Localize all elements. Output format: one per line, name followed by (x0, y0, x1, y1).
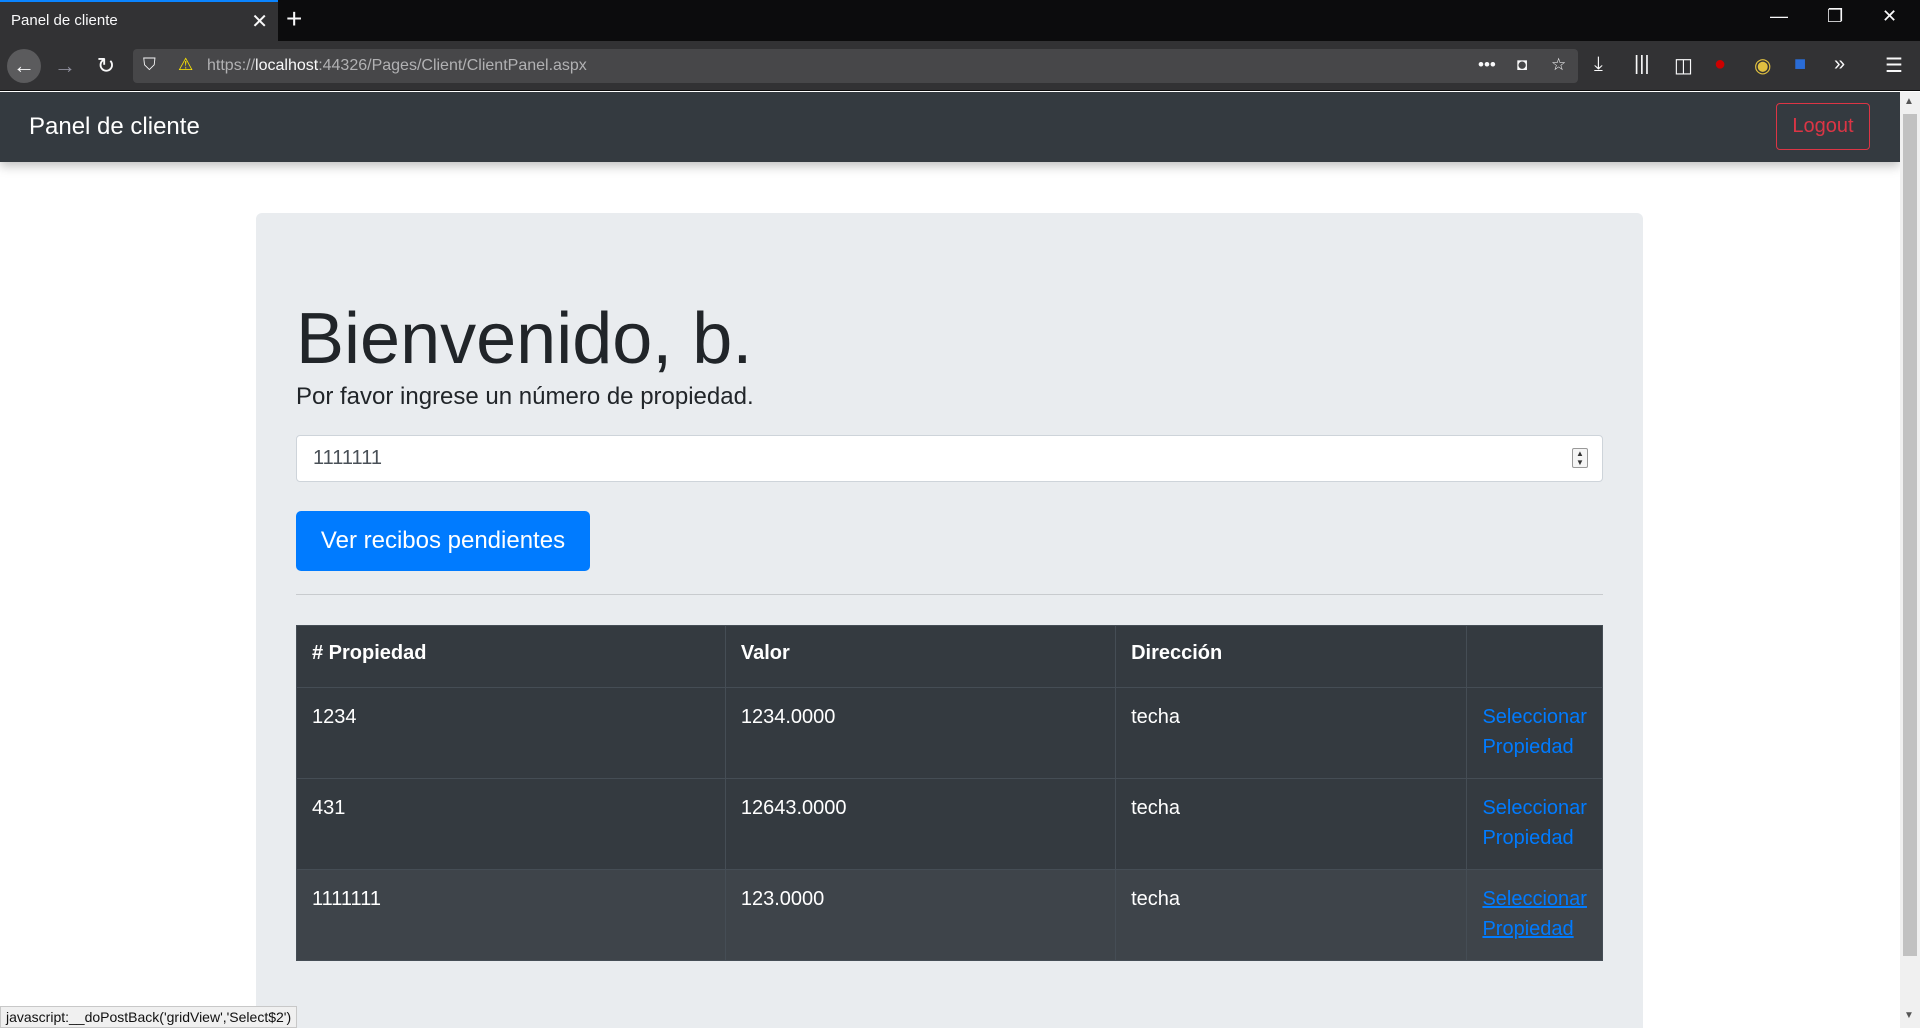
cell-action: Seleccionar Propiedad (1466, 687, 1603, 779)
cell-direccion: techa (1115, 687, 1468, 779)
cell-valor: 12643.0000 (724, 778, 1117, 870)
extension-icon[interactable]: ● (1714, 53, 1726, 76)
extension-icon[interactable]: ■ (1794, 53, 1806, 76)
header-direccion: Dirección (1115, 625, 1468, 688)
url-path: :44326/Pages/Client/ClientPanel.aspx (318, 57, 587, 74)
minimize-icon[interactable]: — (1770, 6, 1788, 27)
browser-tab[interactable]: Panel de cliente ✕ (0, 0, 278, 41)
cell-direccion: techa (1115, 869, 1468, 961)
url-host: localhost (255, 57, 319, 74)
cell-direccion: techa (1115, 778, 1468, 870)
cell-action: Seleccionar Propiedad (1466, 869, 1603, 961)
scroll-down-icon[interactable]: ▼ (1904, 1010, 1914, 1021)
lead-text: Por favor ingrese un número de propiedad… (296, 383, 754, 410)
view-receipts-button[interactable]: Ver recibos pendientes (296, 511, 590, 571)
reload-icon[interactable]: ↻ (89, 49, 123, 83)
property-number-input[interactable]: 1111111 ▲ ▼ (296, 435, 1603, 482)
browser-toolbar: ← → ↻ ⛉ ⚠ https://localhost:44326/Pages/… (0, 41, 1920, 91)
page-title: Bienvenido, b. (296, 299, 753, 379)
number-spinner[interactable]: ▲ ▼ (1572, 448, 1588, 468)
cell-propiedad: 431 (296, 778, 726, 870)
select-property-link[interactable]: Seleccionar Propiedad (1482, 793, 1587, 853)
select-property-link[interactable]: Seleccionar Propiedad (1482, 702, 1587, 762)
logout-button[interactable]: Logout (1776, 103, 1870, 150)
cell-action: Seleccionar Propiedad (1466, 778, 1603, 870)
back-icon[interactable]: ← (7, 49, 41, 83)
sidebar-icon[interactable]: ◫ (1674, 53, 1693, 78)
link-line2: Propiedad (1482, 736, 1574, 758)
table-header-row: # Propiedad Valor Dirección (296, 625, 1603, 688)
header-actions (1466, 625, 1603, 688)
url-bar[interactable]: ⛉ ⚠ https://localhost:44326/Pages/Client… (133, 49, 1578, 83)
jumbotron: Bienvenido, b. Por favor ingrese un núme… (256, 213, 1643, 1028)
status-bar: javascript:__doPostBack('gridView','Sele… (0, 1006, 298, 1028)
page-viewport: Panel de cliente Logout Bienvenido, b. P… (0, 92, 1900, 1028)
tab-title: Panel de cliente (11, 12, 118, 29)
cell-valor: 123.0000 (724, 869, 1117, 961)
link-line2: Propiedad (1482, 827, 1574, 849)
lock-warning-icon[interactable]: ⚠ (178, 55, 193, 75)
url-prefix: https:// (207, 57, 256, 74)
more-icon[interactable]: ••• (1478, 55, 1496, 75)
pocket-icon[interactable]: ◘ (1517, 55, 1527, 75)
plus-icon[interactable]: + (286, 3, 302, 35)
close-icon[interactable]: ✕ (251, 9, 268, 34)
link-line2: Propiedad (1482, 918, 1574, 940)
menu-icon[interactable]: ☰ (1885, 53, 1903, 78)
shield-icon[interactable]: ⛉ (143, 55, 156, 75)
download-icon[interactable]: ⤓ (1594, 53, 1603, 76)
select-property-link[interactable]: Seleccionar Propiedad (1482, 884, 1587, 944)
header-propiedad: # Propiedad (296, 625, 726, 688)
cell-propiedad: 1111111 (296, 869, 726, 961)
restore-icon[interactable]: ❐ (1827, 6, 1843, 27)
link-line1: Seleccionar (1482, 797, 1587, 819)
app-navbar: Panel de cliente Logout (0, 92, 1900, 162)
forward-icon[interactable]: → (48, 49, 82, 83)
extension-icon[interactable]: ◉ (1754, 53, 1771, 78)
property-number-value: 1111111 (313, 447, 382, 469)
link-line1: Seleccionar (1482, 706, 1587, 728)
scrollbar[interactable]: ▲ ▼ (1900, 92, 1920, 1028)
overflow-icon[interactable]: » (1834, 53, 1845, 76)
browser-tabbar: Panel de cliente ✕ + — ❐ ✕ (0, 0, 1920, 41)
scroll-up-icon[interactable]: ▲ (1904, 96, 1914, 107)
library-icon[interactable]: ||| (1634, 53, 1650, 76)
scroll-thumb[interactable] (1903, 114, 1917, 956)
cell-valor: 1234.0000 (724, 687, 1117, 779)
header-valor: Valor (724, 625, 1117, 688)
star-icon[interactable]: ☆ (1551, 55, 1566, 75)
table-row: 1234 1234.0000 techa Seleccionar Propieda… (296, 687, 1603, 779)
cell-propiedad: 1234 (296, 687, 726, 779)
table-row: 431 12643.0000 techa Seleccionar Propieda… (296, 778, 1603, 870)
properties-table: # Propiedad Valor Dirección 1234 1234.00… (296, 625, 1603, 961)
window-close-icon[interactable]: ✕ (1882, 6, 1897, 27)
link-line1: Seleccionar (1482, 888, 1587, 910)
table-row: 1111111 123.0000 techa Seleccionar Propie… (296, 869, 1603, 961)
brand[interactable]: Panel de cliente (29, 113, 200, 141)
divider (296, 594, 1603, 595)
url-text[interactable]: https://localhost:44326/Pages/Client/Cli… (207, 57, 587, 75)
